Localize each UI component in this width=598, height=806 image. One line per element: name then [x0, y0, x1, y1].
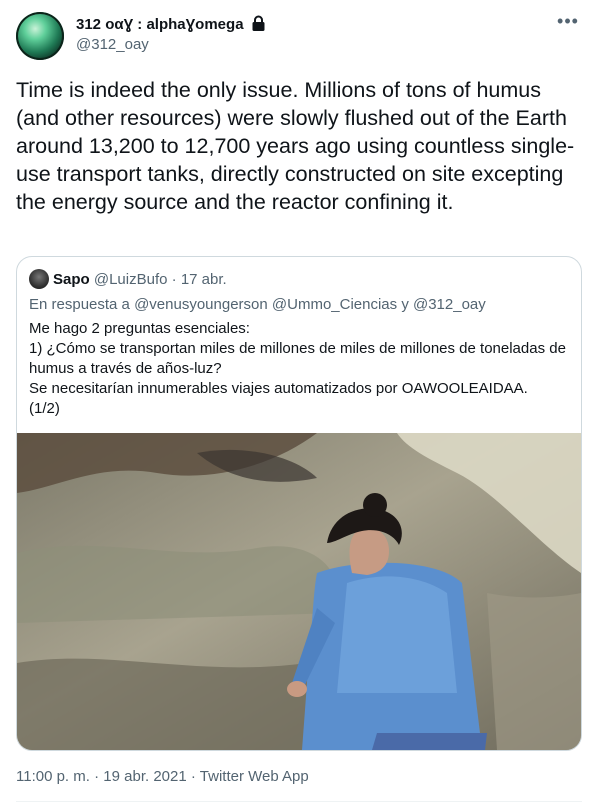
more-horizontal-icon[interactable]: •••: [556, 12, 580, 32]
quoted-text-line: 1) ¿Cómo se transportan miles de millone…: [29, 340, 566, 377]
quoted-reply-mentions: @venusyoungerson @Ummo_Ciencias y @312_o…: [134, 296, 486, 313]
quoted-author-avatar: [29, 269, 49, 289]
footer-source[interactable]: Twitter Web App: [200, 768, 309, 785]
quoted-tweet-photo[interactable]: [17, 433, 581, 750]
footer-date[interactable]: 19 abr. 2021: [103, 768, 186, 785]
footer-separator: ·: [94, 768, 100, 785]
quoted-tweet[interactable]: Sapo @LuizBufo · 17 abr. En respuesta a …: [16, 256, 582, 751]
quoted-date: 17 abr.: [180, 271, 227, 288]
tweet-header: 312 οαƔ : alphaƔomega @312_oay •••: [16, 12, 582, 62]
quoted-reply-prefix: En respuesta a: [29, 296, 130, 313]
author-display-name-text[interactable]: 312 οαƔ : alphaƔomega: [76, 16, 244, 33]
author-names: 312 οαƔ : alphaƔomega @312_oay: [76, 15, 266, 55]
quoted-text-line: (1/2): [29, 400, 60, 417]
author-avatar[interactable]: [16, 12, 64, 60]
lock-icon: [252, 15, 265, 31]
quoted-text-line: Se necesitarían innumerables viajes auto…: [29, 380, 528, 397]
quoted-reply-context: En respuesta a @venusyoungerson @Ummo_Ci…: [29, 295, 486, 315]
quoted-tweet-header: Sapo @LuizBufo · 17 abr.: [29, 269, 227, 290]
divider: [16, 801, 582, 802]
tweet-text: Time is indeed the only issue. Millions …: [16, 78, 575, 214]
tweet-footer: 11:00 p. m. · 19 abr. 2021 · Twitter Web…: [16, 767, 309, 787]
footer-separator: ·: [190, 768, 196, 785]
author-handle[interactable]: @312_oay: [76, 35, 266, 55]
author-display-name[interactable]: 312 οαƔ : alphaƔomega: [76, 15, 266, 35]
quoted-text-line: Me hago 2 preguntas esenciales:: [29, 320, 250, 337]
quoted-author-display-name: Sapo: [53, 271, 90, 288]
quoted-separator: ·: [171, 271, 177, 288]
quoted-tweet-text: Me hago 2 preguntas esenciales: 1) ¿Cómo…: [29, 319, 569, 419]
quoted-author-handle: @LuizBufo: [93, 271, 168, 288]
footer-time[interactable]: 11:00 p. m.: [16, 768, 90, 785]
